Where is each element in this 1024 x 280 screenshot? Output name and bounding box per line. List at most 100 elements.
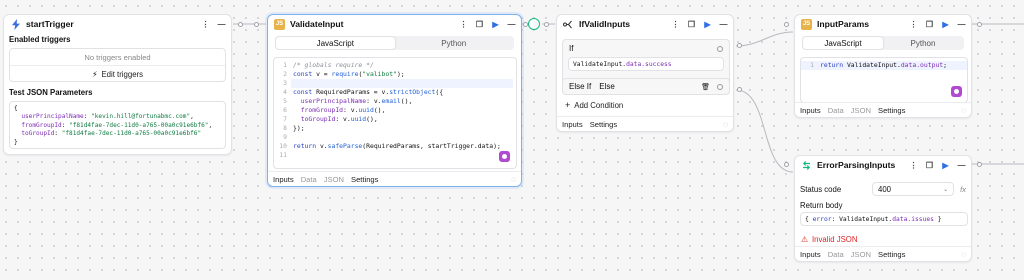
footer-tab-data[interactable]: Data	[828, 106, 844, 115]
line-number: 10	[279, 142, 287, 150]
collapse-icon[interactable]: —	[958, 161, 966, 170]
inputparams-output-port[interactable]	[977, 21, 982, 27]
add-condition-label: Add Condition	[574, 100, 624, 110]
branch-handle-icon[interactable]	[717, 45, 723, 52]
line-number: 11	[279, 151, 287, 159]
js-icon: JS	[274, 18, 285, 30]
copy-icon[interactable]: ❐	[476, 20, 483, 29]
inputparams-input-port[interactable]	[784, 21, 789, 27]
collapse-icon[interactable]: —	[720, 20, 728, 29]
invalid-json-text: Invalid JSON	[812, 235, 858, 244]
resize-icon[interactable]: ◌	[961, 106, 966, 115]
warning-icon: ⚠︎	[801, 235, 808, 244]
code-line: toGroupId: v.uuid(),	[300, 115, 378, 123]
code-editor[interactable]: 1 2 3 4 5 6 7 8 9 10 11 /* globals requi…	[273, 57, 517, 169]
collapse-icon[interactable]: —	[218, 20, 226, 29]
code-line	[291, 79, 513, 88]
if-condition-input[interactable]: ValidateInput.data.success	[568, 57, 724, 71]
chevron-down-icon: ⌄	[943, 186, 949, 193]
language-tabs: JavaScript Python	[802, 36, 964, 50]
edit-triggers-label: Edit triggers	[101, 69, 144, 79]
else-value: Else	[599, 82, 615, 91]
ifvalid-else-port[interactable]	[737, 87, 742, 92]
branch-handle-icon[interactable]	[717, 83, 723, 90]
js-icon: JS	[801, 18, 812, 30]
json-line: fromGroupId: "f81d4fae-7dec-11d0-a765-00…	[21, 121, 213, 129]
code-line: userPrincipalName: v.email(),	[300, 97, 413, 105]
json-line: userPrincipalName: "kevin.hill@fortunabm…	[21, 113, 194, 121]
code-line: return v.safeParse(RequiredParams, start…	[293, 142, 501, 150]
play-icon[interactable]: ▶	[942, 161, 949, 170]
start-trigger-node[interactable]: startTrigger ⋮ — Enabled triggers No tri…	[3, 14, 232, 155]
code-line: fromGroupId: v.uuid(),	[300, 106, 386, 114]
copy-icon[interactable]: ❐	[926, 161, 933, 170]
node-title: IfValidInputs	[579, 19, 631, 29]
line-number: 1	[810, 61, 814, 69]
copy-icon[interactable]: ❐	[926, 20, 933, 29]
footer-tab-json[interactable]: JSON	[851, 106, 871, 115]
footer-tab-json[interactable]: JSON	[851, 250, 871, 259]
assistant-icon[interactable]	[951, 86, 962, 97]
menu-icon[interactable]: ⋮	[460, 20, 468, 29]
footer-tab-settings[interactable]: Settings	[878, 250, 905, 259]
trash-icon[interactable]: 🗑︎	[701, 83, 710, 91]
json-line: }	[14, 138, 18, 146]
if-valid-inputs-node[interactable]: IfValidInputs ⋮ ❐ ▶ — If ValidateInput.d…	[556, 14, 734, 132]
play-icon[interactable]: ▶	[492, 20, 499, 29]
footer-tab-data[interactable]: Data	[828, 250, 844, 259]
lightning-icon	[10, 18, 21, 30]
input-params-node[interactable]: JS InputParams ⋮ ❐ ▶ — JavaScript Python…	[794, 14, 972, 118]
validate-input-node[interactable]: JS ValidateInput ⋮ ❐ ▶ — JavaScript Pyth…	[267, 14, 522, 187]
menu-icon[interactable]: ⋮	[672, 20, 680, 29]
menu-icon[interactable]: ⋮	[910, 161, 918, 170]
else-if-branch: Else If Else 🗑︎	[562, 78, 730, 95]
ifvalid-input-port[interactable]	[544, 21, 549, 27]
return-icon	[801, 160, 812, 171]
tab-python[interactable]: Python	[395, 37, 514, 49]
code-editor[interactable]: 1 return ValidateInput.data.output;	[800, 57, 968, 103]
fx-icon[interactable]: fx	[960, 185, 966, 194]
menu-icon[interactable]: ⋮	[202, 20, 210, 29]
footer-tab-settings[interactable]: Settings	[878, 106, 905, 115]
error-output-port[interactable]	[977, 161, 982, 167]
collapse-icon[interactable]: —	[508, 20, 516, 29]
error-input-port[interactable]	[784, 161, 789, 167]
edit-triggers-button[interactable]: ⚡︎ Edit triggers	[10, 66, 225, 82]
copy-icon[interactable]: ❐	[688, 20, 695, 29]
branch-icon	[563, 19, 574, 30]
menu-icon[interactable]: ⋮	[910, 20, 918, 29]
tab-javascript[interactable]: JavaScript	[276, 37, 395, 49]
footer-tab-json[interactable]: JSON	[324, 175, 344, 184]
resize-icon[interactable]: ◌	[511, 175, 516, 184]
language-tabs: JavaScript Python	[275, 36, 514, 50]
tab-javascript[interactable]: JavaScript	[803, 37, 883, 49]
footer-tab-settings[interactable]: Settings	[590, 120, 617, 129]
error-parsing-inputs-node[interactable]: ErrorParsingInputs ⋮ ❐ ▶ — Status code 4…	[794, 155, 972, 262]
footer-tab-inputs[interactable]: Inputs	[562, 120, 583, 129]
status-code-select[interactable]: 400 ⌄	[872, 182, 955, 196]
footer-tab-inputs[interactable]: Inputs	[273, 175, 294, 184]
resize-icon[interactable]: ◌	[961, 250, 966, 259]
return-body-input[interactable]: { error: ValidateInput.data.issues }	[800, 212, 968, 226]
collapse-icon[interactable]: —	[958, 20, 966, 29]
node-title: ErrorParsingInputs	[817, 160, 896, 170]
code-line: const RequiredParams = v.strictObject({	[293, 88, 444, 96]
ifvalid-true-port[interactable]	[737, 43, 742, 48]
footer-tab-data[interactable]: Data	[301, 175, 317, 184]
plus-icon: +	[565, 100, 571, 110]
test-json-editor[interactable]: { userPrincipalName: "kevin.hill@fortuna…	[9, 101, 226, 149]
resize-icon[interactable]: ◌	[723, 120, 728, 129]
play-icon[interactable]: ▶	[704, 20, 711, 29]
footer-tab-settings[interactable]: Settings	[351, 175, 378, 184]
code-line: const v = require("valibot");	[293, 70, 405, 78]
footer-tab-inputs[interactable]: Inputs	[800, 250, 821, 259]
tab-python[interactable]: Python	[883, 37, 963, 49]
validate-input-port[interactable]	[254, 21, 259, 27]
play-icon[interactable]: ▶	[942, 20, 949, 29]
assistant-icon[interactable]	[499, 151, 510, 162]
footer-tab-inputs[interactable]: Inputs	[800, 106, 821, 115]
trigger-output-port[interactable]	[238, 21, 243, 27]
add-condition-button[interactable]: + Add Condition	[565, 100, 623, 110]
connection-handle[interactable]	[528, 18, 540, 30]
status-code-value: 400	[878, 184, 892, 194]
